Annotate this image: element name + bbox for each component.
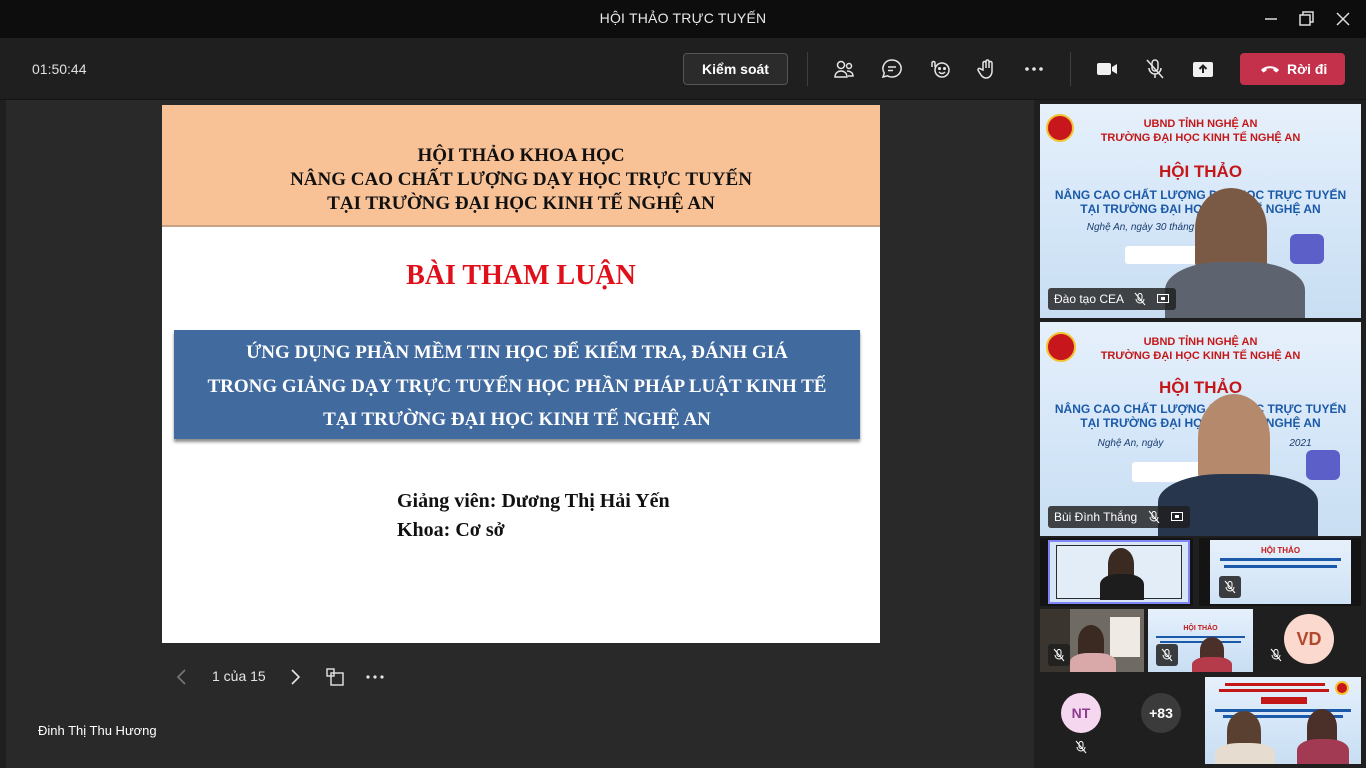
title-bar: HỘI THẢO TRỰC TUYẾN (0, 0, 1366, 38)
banner-text: UBND TỈNH NGHỆ AN (1143, 118, 1258, 130)
close-icon[interactable] (1333, 9, 1353, 29)
raise-hand-icon[interactable] (975, 57, 999, 81)
teams-logo (1306, 450, 1340, 480)
meeting-timer: 01:50:44 (32, 61, 87, 77)
banner-button-shape (1125, 246, 1205, 264)
chat-icon[interactable] (880, 57, 904, 81)
participant-name: Đào tạo CEA (1054, 292, 1124, 306)
chevron-right-icon[interactable] (284, 666, 306, 688)
slide-topic-line: ỨNG DỤNG PHẦN MỀM TIN HỌC ĐỂ KIỂM TRA, Đ… (246, 342, 788, 363)
share-icon[interactable] (1191, 57, 1215, 81)
slide-counter: 1 của 15 (212, 668, 266, 684)
control-button[interactable]: Kiểm soát (683, 53, 788, 85)
banner-text-line (1156, 636, 1245, 638)
avatar[interactable]: NT (1061, 693, 1101, 733)
banner-text: HỘI THẢO (1158, 378, 1243, 397)
presentation-slide: HỘI THẢO KHOA HỌC NÂNG CAO CHẤT LƯỢNG DẠ… (162, 105, 880, 643)
presenter-name: Đinh Thị Thu Hương (38, 723, 157, 738)
banner-text-line (1261, 697, 1307, 704)
screen-share-icon (1170, 512, 1183, 521)
banner-text-line (1224, 565, 1337, 568)
participant-body (1215, 743, 1275, 764)
participant-body (1297, 739, 1349, 764)
mic-muted-icon (1219, 576, 1241, 598)
banner-text-line (1219, 689, 1329, 692)
mic-muted-icon (1048, 644, 1070, 666)
slide-faculty: Khoa: Cơ sở (397, 519, 505, 541)
banner-text: TRƯỜNG ĐẠI HỌC KINH TẾ NGHỆ AN (1100, 132, 1301, 144)
window-title: HỘI THẢO TRỰC TUYẾN (599, 10, 767, 26)
banner-text-line (1220, 558, 1341, 561)
slide-header: HỘI THẢO KHOA HỌC NÂNG CAO CHẤT LƯỢNG DẠ… (162, 105, 880, 227)
slide-topic-line: TẠI TRƯỜNG ĐẠI HỌC KINH TẾ NGHỆ AN (323, 409, 711, 430)
screen-share-icon (1157, 294, 1170, 303)
chevron-left-icon[interactable] (171, 666, 193, 688)
grid-view-icon[interactable] (324, 666, 346, 688)
mic-muted-icon (1265, 644, 1287, 666)
slide-topic-box: ỨNG DỤNG PHẦN MỀM TIN HỌC ĐỂ KIỂM TRA, Đ… (174, 330, 860, 439)
slide-topic-line: TRONG GIẢNG DẠY TRỰC TUYẾN HỌC PHẦN PHÁP… (207, 376, 827, 397)
phone-hangup-icon (1261, 66, 1279, 73)
banner-text: NÂNG CAO CHẤT LƯỢNG DẠY HỌC TRỰC TUYẾN (1054, 402, 1347, 416)
participant-tile[interactable]: HỘI THẢO (1148, 609, 1253, 672)
slide-lecturer: Giảng viên: Dương Thị Hải Yến (397, 490, 670, 512)
participant-head (1198, 394, 1270, 482)
mic-muted-icon[interactable] (1143, 57, 1167, 81)
toolbar-divider (807, 52, 808, 86)
leave-label: Rời đi (1287, 61, 1328, 77)
mic-muted-icon (1156, 644, 1178, 666)
participant-tile[interactable]: UBND TỈNH NGHỆ AN TRƯỜNG ĐẠI HỌC KINH TẾ… (1040, 322, 1361, 536)
participant-tile[interactable] (1040, 538, 1193, 606)
banner-text: HỘI THẢO (1260, 546, 1301, 555)
more-icon[interactable] (364, 666, 386, 688)
active-speaker-frame (1048, 540, 1190, 604)
reactions-icon[interactable] (928, 57, 952, 81)
participant-body (1192, 657, 1232, 672)
teams-logo (1290, 234, 1324, 264)
participant-tile[interactable] (1040, 609, 1144, 672)
toolbar-divider (1070, 52, 1071, 86)
camera-icon[interactable] (1095, 57, 1119, 81)
participant-tile[interactable] (1205, 677, 1361, 764)
school-logo (1335, 681, 1349, 695)
mic-muted-icon (1134, 292, 1146, 306)
banner-text: HỘI THẢO (1183, 625, 1218, 632)
banner-text: HỘI THẢO (1158, 162, 1243, 181)
participant-head (1195, 188, 1267, 270)
participant-name-tag: Bùi Đình Thắng (1048, 506, 1190, 528)
meeting-toolbar: 01:50:44 Kiểm soát Rời đi (0, 38, 1366, 100)
participant-body (1165, 262, 1305, 318)
video-feed (1110, 617, 1140, 657)
slide-header-line: TẠI TRƯỜNG ĐẠI HỌC KINH TẾ NGHỆ AN (327, 193, 715, 214)
leave-button[interactable]: Rời đi (1240, 53, 1345, 85)
participant-tile[interactable]: VD (1257, 609, 1361, 672)
minimize-icon[interactable] (1261, 9, 1281, 29)
slide-title: BÀI THAM LUẬN (406, 260, 636, 291)
banner-text-line (1225, 683, 1325, 686)
banner-text: UBND TỈNH NGHỆ AN (1143, 336, 1258, 348)
banner-text: NÂNG CAO CHẤT LƯỢNG DẠY HỌC TRỰC TUYẾN (1054, 188, 1347, 202)
participant-body (1100, 574, 1144, 600)
participant-tile[interactable]: HỘI THẢO (1199, 538, 1361, 606)
overflow-participants-button[interactable]: +83 (1141, 693, 1181, 733)
slide-header-line: NÂNG CAO CHẤT LƯỢNG DẠY HỌC TRỰC TUYẾN (290, 169, 752, 190)
avatar: VD (1284, 614, 1334, 664)
participant-name: Bùi Đình Thắng (1054, 510, 1138, 524)
mic-muted-icon (1148, 510, 1159, 524)
mic-muted-icon (1074, 740, 1088, 754)
slide-header-line: HỘI THẢO KHOA HỌC (417, 145, 625, 166)
people-icon[interactable] (832, 57, 856, 81)
banner-text-line (1160, 641, 1241, 643)
banner-text: TRƯỜNG ĐẠI HỌC KINH TẾ NGHỆ AN (1100, 350, 1301, 362)
participant-name-tag: Đào tạo CEA (1048, 288, 1177, 310)
participant-body (1070, 653, 1116, 672)
participant-tile[interactable]: UBND TỈNH NGHỆ AN TRƯỜNG ĐẠI HỌC KINH TẾ… (1040, 104, 1361, 318)
more-icon[interactable] (1022, 57, 1046, 81)
maximize-icon[interactable] (1296, 9, 1316, 29)
